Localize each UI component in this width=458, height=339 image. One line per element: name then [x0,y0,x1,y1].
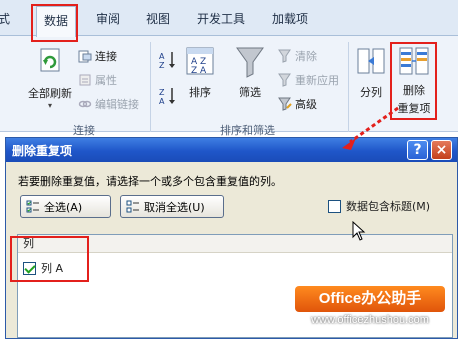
advanced-filter-button[interactable]: 高级 [278,94,317,114]
advanced-label: 高级 [295,98,317,111]
remove-duplicates-label-1: 删除 [403,84,425,97]
svg-text:Z: Z [159,88,165,97]
connections-group-label: 连接 [73,124,95,137]
excel-ribbon: 式 数据 审阅 视图 开发工具 加载项 全部刷新 ▾ 连接 属性 编辑链接 连接… [0,0,458,137]
connections-icon [78,50,92,63]
svg-text:Z A: Z A [191,66,207,76]
clear-label: 清除 [295,50,317,63]
tab-review[interactable]: 审阅 [96,10,120,27]
tab-formulas-partial[interactable]: 式 [0,10,10,27]
reapply-button[interactable]: 重新应用 [278,70,339,90]
filter-button[interactable]: 筛选 [232,46,268,100]
dialog-title-bar[interactable]: 删除重复项 ? × [6,138,457,162]
properties-label: 属性 [95,74,117,87]
header-checkbox[interactable] [328,199,341,213]
header-checkbox-label: 数据包含标题(M) [346,200,431,213]
filter-funnel-icon [236,47,264,78]
refresh-all-label: 全部刷新 [28,87,72,100]
chevron-down-icon: ▾ [47,101,52,110]
sort-filter-group-label: 排序和筛选 [220,124,275,137]
sort-label: 排序 [189,86,211,99]
clear-filter-icon [278,49,291,63]
clear-filter-button[interactable]: 清除 [278,46,317,66]
filter-label: 筛选 [239,86,261,99]
remove-duplicates-label-2: 重复项 [397,102,431,115]
sort-descending-icon: Z A [159,88,175,106]
refresh-icon [40,48,60,72]
sort-az-button[interactable]: A Z [157,50,179,73]
mouse-cursor-icon [352,221,366,241]
select-all-label: 全选(A) [44,200,83,214]
tab-developer[interactable]: 开发工具 [197,10,245,27]
watermark-url: www.officezhushou.com [311,314,429,326]
group-separator [150,42,151,132]
remove-duplicates-button[interactable]: 删除 重复项 [393,46,435,116]
watermark: Office办公助手 www.officezhushou.com [295,286,445,332]
svg-text:A: A [159,97,165,106]
group-separator [348,42,349,132]
tab-addins[interactable]: 加载项 [272,10,308,27]
refresh-all-button[interactable]: 全部刷新 ▾ [18,46,82,110]
column-a-label: 列 A [41,262,64,275]
column-a-checkbox[interactable] [23,261,36,275]
sort-dialog-icon: A Z Z A [186,47,214,76]
header-checkbox-row[interactable]: 数据包含标题(M) [328,198,430,214]
connections-label: 连接 [95,50,117,63]
sort-button[interactable]: A Z Z A 排序 [182,46,218,100]
edit-links-label: 编辑链接 [95,98,139,111]
text-to-columns-button[interactable]: 分列 [354,46,388,100]
close-button[interactable]: × [431,140,452,160]
advanced-filter-icon [278,97,292,111]
sort-ascending-icon: A Z [159,52,175,70]
reapply-icon [278,73,291,87]
select-all-icon [26,200,39,212]
unselect-all-button[interactable]: 取消全选(U) [120,195,224,218]
text-to-columns-icon [357,48,385,74]
remove-duplicates-icon [399,47,429,75]
link-icon [78,100,92,108]
help-button[interactable]: ? [407,140,428,160]
edit-links-button[interactable]: 编辑链接 [78,94,139,114]
sort-za-button[interactable]: Z A [157,86,179,109]
unselect-all-label: 取消全选(U) [144,200,205,214]
unselect-all-icon [126,200,139,212]
reapply-label: 重新应用 [295,74,339,87]
text-to-columns-label: 分列 [360,86,382,99]
dialog-instruction: 若要删除重复值，请选择一个或多个包含重复值的列。 [18,175,282,188]
tab-view[interactable]: 视图 [146,10,170,27]
connections-button[interactable]: 连接 [78,46,117,66]
properties-icon [79,74,91,86]
watermark-badge: Office办公助手 [295,286,445,312]
dialog-title: 删除重复项 [12,144,73,158]
svg-text:Z: Z [159,61,165,70]
column-list-header: 列 [18,235,452,253]
tab-data[interactable]: 数据 [36,6,77,37]
select-all-button[interactable]: 全选(A) [20,195,111,218]
properties-button[interactable]: 属性 [78,70,117,90]
svg-text:A: A [159,52,165,61]
list-item[interactable]: 列 A [23,260,63,276]
ribbon-tab-bar: 式 数据 审阅 视图 开发工具 加载项 [0,0,458,37]
